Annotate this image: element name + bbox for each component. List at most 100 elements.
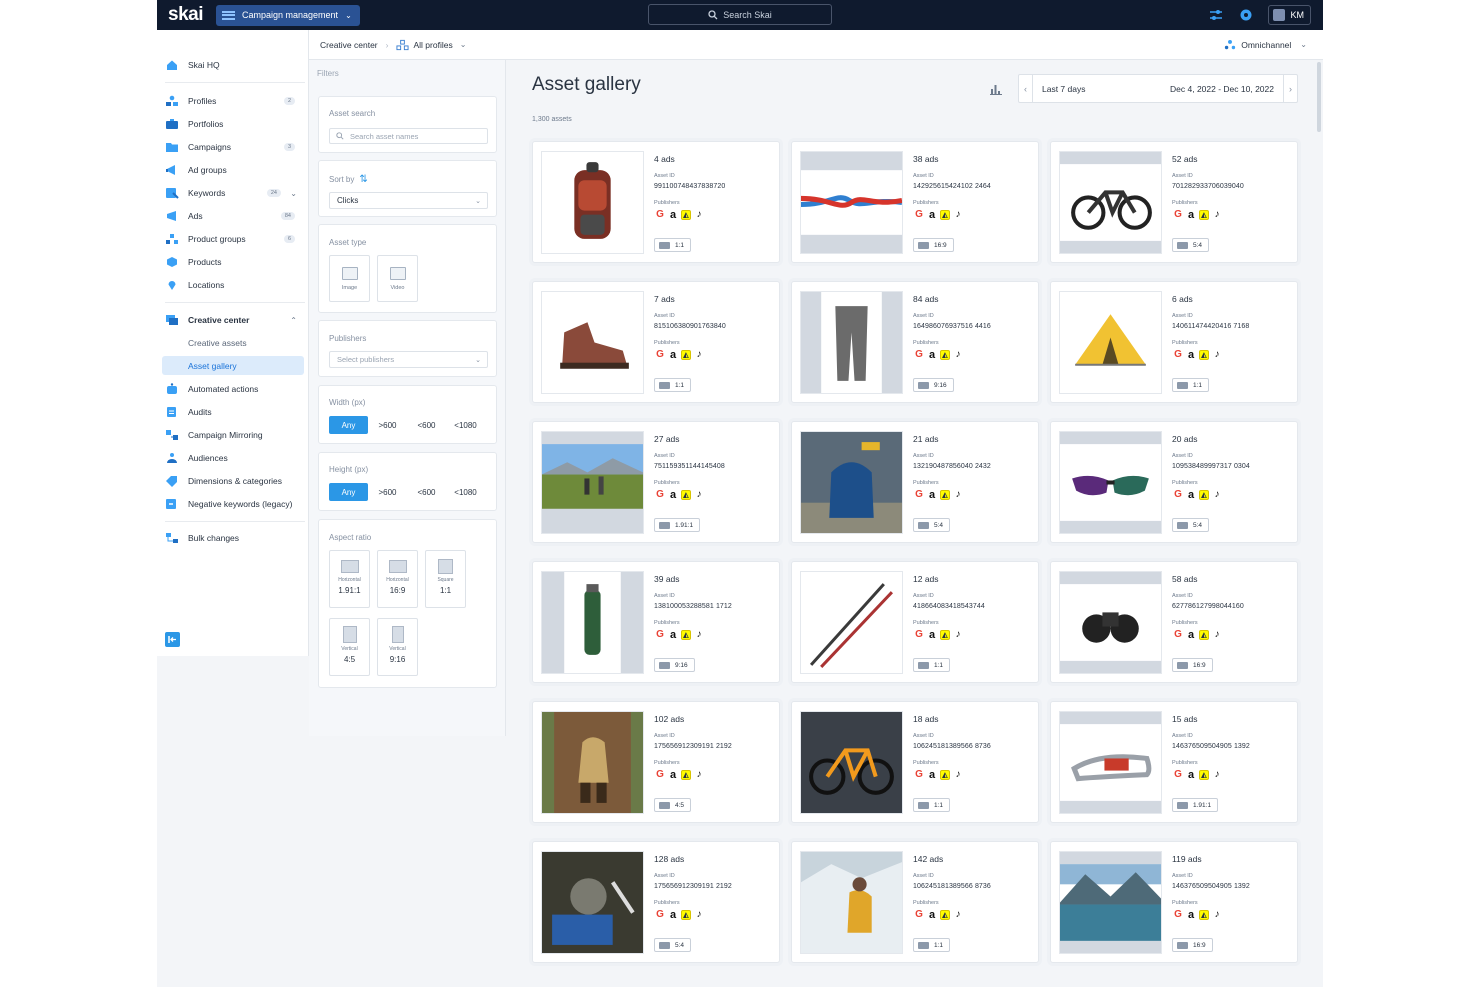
asset-card[interactable]: 52 ads Asset ID 701282933706039040 Publishe…	[1050, 141, 1298, 263]
asset-thumbnail[interactable]	[541, 431, 644, 534]
snapchat-icon: ◭	[940, 210, 950, 220]
sort-select[interactable]: Clicks ⌄	[329, 192, 488, 209]
gallery-scrollbar[interactable]	[1317, 62, 1321, 132]
nav-item-campaign-mirroring[interactable]: Campaign Mirroring	[165, 426, 303, 444]
asset-card[interactable]: 39 ads Asset ID 138100053288581 1712 Publis…	[532, 561, 780, 683]
global-search-input[interactable]: Search Skai	[648, 4, 832, 25]
chevron-up-icon[interactable]: ⌃	[290, 316, 297, 325]
asset-card[interactable]: 119 ads Asset ID 146376509504905 1392 Publi…	[1050, 841, 1298, 963]
asset-thumbnail[interactable]	[1059, 151, 1162, 254]
sort-direction-icon[interactable]: ⇅	[359, 174, 367, 185]
nav-item-dimensions[interactable]: Dimensions & categories	[165, 472, 303, 490]
asset-card[interactable]: 15 ads Asset ID 146376509504905 1392 Publis…	[1050, 701, 1298, 823]
chevron-down-icon[interactable]: ⌄	[290, 189, 297, 198]
skai-logo[interactable]: skai	[168, 4, 208, 26]
asset-id-label: Asset ID	[913, 313, 934, 319]
chart-settings-icon[interactable]	[989, 82, 1003, 96]
asset-thumbnail[interactable]	[800, 151, 903, 254]
asset-thumbnail[interactable]	[541, 851, 644, 954]
nav-item-keywords[interactable]: Keywords 24 ⌄	[165, 184, 303, 202]
channel-selector[interactable]: Omnichannel ⌄	[1224, 39, 1307, 50]
asset-type-image[interactable]: Image	[329, 255, 370, 302]
date-next-button[interactable]: ›	[1283, 75, 1297, 102]
height-option-lt600[interactable]: <600	[407, 483, 446, 501]
asset-thumbnail[interactable]	[541, 291, 644, 394]
asset-thumbnail[interactable]	[800, 431, 903, 534]
height-option-lt1080[interactable]: <1080	[446, 483, 485, 501]
user-menu-button[interactable]: KM	[1267, 5, 1311, 25]
date-prev-button[interactable]: ‹	[1019, 75, 1033, 102]
aspect-option-9-16[interactable]: Vertical 9:16	[377, 618, 418, 676]
nav-item-ads[interactable]: Ads 84	[165, 207, 303, 225]
ads-count: 119 ads	[1172, 854, 1202, 864]
nav-item-profiles[interactable]: Profiles 2	[165, 92, 303, 110]
collapse-nav-button[interactable]	[165, 632, 180, 647]
asset-card[interactable]: 20 ads Asset ID 109538489997317 0304 Publis…	[1050, 421, 1298, 543]
asset-card[interactable]: 58 ads Asset ID 627786127998044160 Publishe…	[1050, 561, 1298, 683]
width-option-gt600[interactable]: >600	[368, 416, 407, 434]
asset-thumbnail[interactable]	[1059, 851, 1162, 954]
asset-card[interactable]: 102 ads Asset ID 175656912309191 2192 Publi…	[532, 701, 780, 823]
asset-id: 142925615424102 2464	[913, 183, 991, 190]
asset-thumbnail[interactable]	[1059, 291, 1162, 394]
app-switcher-button[interactable]: Campaign management ⌄	[216, 4, 360, 26]
asset-card[interactable]: 6 ads Asset ID 140611474420416 7168 Publish…	[1050, 281, 1298, 403]
asset-card[interactable]: 4 ads Asset ID 991100748437838720 Publisher…	[532, 141, 780, 263]
height-option-any[interactable]: Any	[329, 483, 368, 501]
asset-thumbnail[interactable]	[800, 711, 903, 814]
nav-item-portfolios[interactable]: Portfolios	[165, 115, 303, 133]
asset-card[interactable]: 7 ads Asset ID 815106380901763840 Publisher…	[532, 281, 780, 403]
nav-item-creative-assets[interactable]: Creative assets	[165, 334, 303, 352]
asset-card[interactable]: 21 ads Asset ID 132190487856040 2432 Publis…	[791, 421, 1039, 543]
nav-item-audits[interactable]: Audits	[165, 403, 303, 421]
aspect-option-16-9[interactable]: Horizontal 16:9	[377, 550, 418, 608]
asset-card[interactable]: 12 ads Asset ID 418664083418543744 Publishe…	[791, 561, 1039, 683]
nav-item-locations[interactable]: Locations	[165, 276, 303, 294]
asset-card[interactable]: 142 ads Asset ID 106245181389566 8736 Publi…	[791, 841, 1039, 963]
asset-card[interactable]: 18 ads Asset ID 106245181389566 8736 Publis…	[791, 701, 1039, 823]
profile-selector[interactable]: All profiles ⌄	[396, 39, 466, 51]
asset-thumbnail[interactable]	[800, 571, 903, 674]
nav-item-products[interactable]: Products	[165, 253, 303, 271]
asset-thumbnail[interactable]	[800, 291, 903, 394]
width-option-lt1080[interactable]: <1080	[446, 416, 485, 434]
nav-item-negative-keywords[interactable]: Negative keywords (legacy)	[165, 495, 303, 513]
nav-item-automated-actions[interactable]: Automated actions	[165, 380, 303, 398]
nav-item-creative-center[interactable]: Creative center ⌃	[165, 311, 303, 329]
publishers-card: Publishers Select publishers ⌄	[318, 320, 497, 377]
asset-card[interactable]: 84 ads Asset ID 164986076937516 4416 Publis…	[791, 281, 1039, 403]
aspect-option-4-5[interactable]: Vertical 4:5	[329, 618, 370, 676]
asset-thumbnail[interactable]	[541, 151, 644, 254]
asset-thumbnail[interactable]	[1059, 431, 1162, 534]
asset-thumbnail[interactable]	[541, 571, 644, 674]
ads-count: 15 ads	[1172, 714, 1198, 724]
nav-item-asset-gallery[interactable]: Asset gallery	[162, 356, 304, 375]
google-icon: G	[915, 769, 923, 780]
nav-item-skai-hq[interactable]: Skai HQ	[165, 56, 303, 74]
breadcrumb-root[interactable]: Creative center	[320, 40, 378, 50]
gear-icon[interactable]	[1238, 7, 1254, 23]
asset-card[interactable]: 38 ads Asset ID 142925615424102 2464 Publis…	[791, 141, 1039, 263]
date-range-picker[interactable]: ‹ Last 7 days Dec 4, 2022 - Dec 10, 2022…	[1018, 74, 1298, 103]
nav-item-campaigns[interactable]: Campaigns 3	[165, 138, 303, 156]
nav-item-audiences[interactable]: Audiences	[165, 449, 303, 467]
width-option-any[interactable]: Any	[329, 416, 368, 434]
nav-item-ad-groups[interactable]: Ad groups	[165, 161, 303, 179]
asset-thumbnail[interactable]	[1059, 571, 1162, 674]
publishers-select[interactable]: Select publishers ⌄	[329, 351, 488, 368]
asset-thumbnail[interactable]	[1059, 711, 1162, 814]
asset-thumbnail[interactable]	[800, 851, 903, 954]
height-option-gt600[interactable]: >600	[368, 483, 407, 501]
asset-card[interactable]: 27 ads Asset ID 751159351144145408 Publishe…	[532, 421, 780, 543]
aspect-ratio-badge: 9:16	[654, 658, 695, 672]
nav-item-bulk-changes[interactable]: Bulk changes	[165, 529, 303, 547]
asset-card[interactable]: 128 ads Asset ID 175656912309191 2192 Publi…	[532, 841, 780, 963]
sliders-icon[interactable]	[1208, 7, 1224, 23]
aspect-option-1-91-1[interactable]: Horizontal 1.91:1	[329, 550, 370, 608]
width-option-lt600[interactable]: <600	[407, 416, 446, 434]
aspect-option-1-1[interactable]: Square 1:1	[425, 550, 466, 608]
asset-type-video[interactable]: Video	[377, 255, 418, 302]
nav-item-product-groups[interactable]: Product groups 6	[165, 230, 303, 248]
asset-search-input[interactable]: Search asset names	[329, 128, 488, 144]
asset-thumbnail[interactable]	[541, 711, 644, 814]
